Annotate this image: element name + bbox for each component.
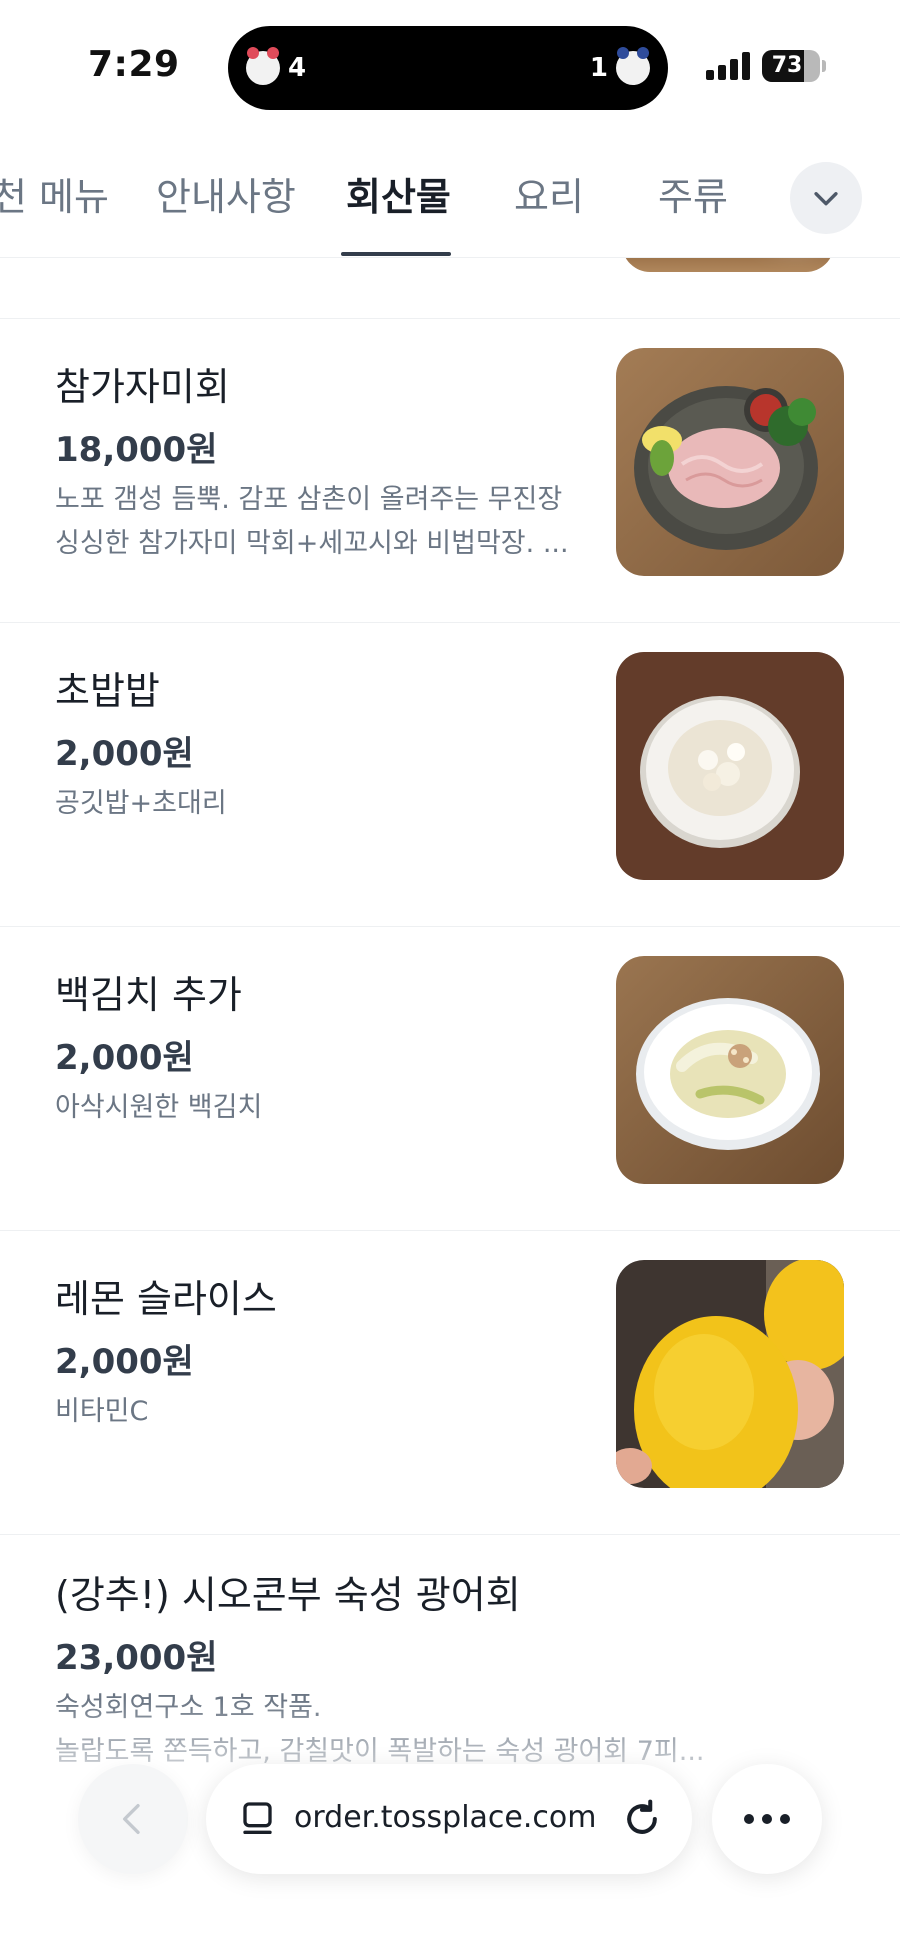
menu-item-price: 2,000원 (55, 734, 194, 774)
menu-item[interactable]: 레몬 슬라이스 2,000원 비타민C (0, 1230, 900, 1534)
description-line: 공깃밥+초대리 (55, 788, 227, 819)
menu-item-description: 노포 갬성 듬뿍. 감포 삼촌이 올려주는 무진장 싱싱한 참가자미 막회+세꼬… (55, 478, 575, 566)
status-bar: 7:29 4 1 73 (0, 0, 900, 130)
battery-tip (822, 60, 826, 72)
expand-categories-button[interactable] (790, 162, 862, 234)
menu-item-price: 18,000원 (55, 430, 218, 470)
menu-item[interactable]: 참가자미회 18,000원 노포 갬성 듬뿍. 감포 삼촌이 올려주는 무진장 … (0, 318, 900, 622)
battery-percent: 73 (771, 53, 803, 78)
more-dots-icon (744, 1814, 790, 1824)
category-tab-bar: 천 메뉴 안내사항 회산물 요리 주류 (0, 148, 900, 258)
more-options-button[interactable] (712, 1764, 822, 1874)
description-line: 숙성회연구소 1호 작품. (55, 1692, 322, 1723)
status-time: 7:29 (88, 44, 180, 85)
battery-icon: 73 (762, 50, 820, 82)
lemon-image (616, 1260, 844, 1488)
active-tab-indicator (341, 252, 451, 256)
description-line: 아삭시원한 백김치 (55, 1092, 263, 1123)
dynamic-island: 4 1 (228, 26, 668, 110)
team-mascot-icon-left (246, 47, 280, 85)
description-line: 노포 갬성 듬뿍. 감포 삼촌이 올려주는 무진장 (55, 484, 563, 515)
tab-seafood[interactable]: 회산물 (346, 166, 451, 221)
menu-item[interactable]: 초밥밥 2,000원 공깃밥+초대리 (0, 622, 900, 926)
menu-item-description: 비타민C (55, 1390, 575, 1434)
tabs-icon[interactable] (240, 1799, 280, 1839)
menu-item-price: 23,000원 (55, 1638, 218, 1678)
tab-drinks[interactable]: 주류 (658, 166, 728, 221)
menu-item-price: 2,000원 (55, 1342, 194, 1382)
cellular-signal-icon (706, 52, 754, 80)
island-left-count: 4 (288, 53, 307, 83)
menu-item-name: (강추!) 시오콘부 숙성 광어회 (55, 1573, 521, 1617)
island-right-count: 1 (589, 53, 608, 83)
menu-item-description: 공깃밥+초대리 (55, 782, 575, 826)
address-bar[interactable]: order.tossplace.com (206, 1764, 692, 1874)
dish-white-kimchi-image (616, 956, 844, 1184)
url-text: order.tossplace.com (294, 1800, 597, 1835)
menu-item-name: 참가자미회 (55, 365, 230, 409)
menu-item-description: 숙성회연구소 1호 작품. 놀랍도록 쫀득하고, 감칠맛이 폭발하는 숙성 광어… (55, 1686, 735, 1774)
description-line: 싱싱한 참가자미 막회+세꼬시와 비법막장. ... (55, 528, 569, 559)
menu-item[interactable]: 백김치 추가 2,000원 아삭시원한 백김치 (0, 926, 900, 1230)
menu-item-name: 레몬 슬라이스 (55, 1277, 277, 1321)
tab-recommended[interactable]: 천 메뉴 (0, 166, 109, 221)
menu-item-name: 초밥밥 (55, 669, 160, 713)
tab-notice[interactable]: 안내사항 (156, 166, 296, 221)
menu-item-price: 2,000원 (55, 1038, 194, 1078)
back-button[interactable] (78, 1764, 188, 1874)
chevron-left-icon (123, 1804, 140, 1834)
menu-item-name: 백김치 추가 (55, 973, 242, 1017)
description-line: 비타민C (55, 1396, 149, 1427)
team-mascot-icon-right (616, 47, 650, 85)
dish-flounder-sashimi-image (616, 348, 844, 576)
tab-dishes[interactable]: 요리 (514, 166, 584, 221)
dish-rice-bowl-image (616, 652, 844, 880)
menu-item-description: 아삭시원한 백김치 (55, 1086, 575, 1130)
reload-icon[interactable] (620, 1797, 664, 1841)
chevron-down-icon (814, 192, 838, 206)
